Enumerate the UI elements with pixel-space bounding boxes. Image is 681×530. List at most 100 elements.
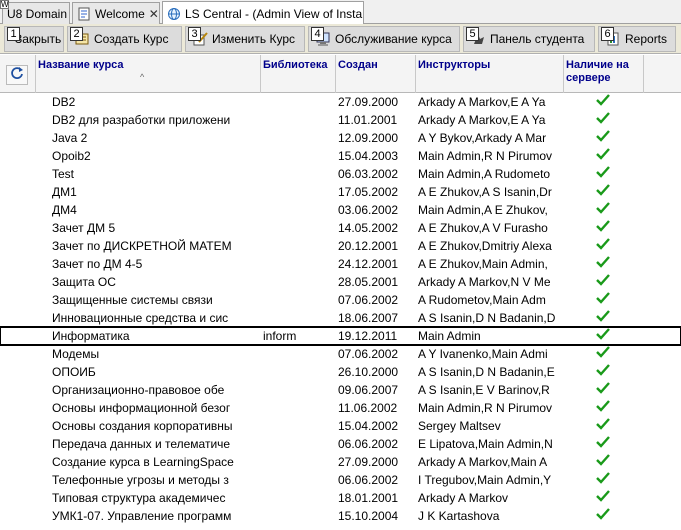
table-row[interactable]: Зачет по ДМ 4-5 24.12.2001 A E Zhukov,Main… [0, 255, 681, 273]
instructors-cell: J K Kartashova [418, 509, 500, 523]
created-date-cell: 06.03.2002 [338, 167, 399, 181]
created-date-cell: 11.01.2001 [338, 113, 398, 127]
library-cell [263, 221, 335, 236]
instructors-cell: A Rudometov,Main Adm [418, 293, 546, 307]
created-date-cell: 18.06.2007 [338, 311, 399, 325]
instructors-cell: Main Admin,R N Pirumov [418, 149, 553, 163]
instructors-cell: A E Zhukov,Dmitriy Alexa [418, 239, 552, 253]
course-name-cell: Зачет ДМ 5 [52, 221, 116, 235]
button-label: Обслуживание курса [335, 32, 452, 46]
created-date-cell: 07.06.2002 [338, 293, 399, 307]
course-name-cell: ОПОИБ [52, 365, 96, 379]
column-header-created[interactable]: Создан [336, 55, 416, 93]
tab-welcome[interactable]: Welcome ✕ [72, 2, 160, 24]
table-row[interactable]: Модемы 07.06.2002 A Y Ivanenko,Main Admi [0, 345, 681, 363]
checkmark-icon [596, 346, 612, 361]
library-cell [263, 203, 335, 218]
table-row[interactable]: Типовая структура академичес 18.01.2001 Ar… [0, 489, 681, 507]
table-row[interactable]: Информатика inform 19.12.2011 Main Admin [0, 326, 681, 346]
tab-label: U8 Domain [7, 6, 68, 21]
create-course-button[interactable]: 2 Создать Курс [67, 26, 182, 52]
table-row[interactable]: DB2 27.09.2000 Arkady A Markov,E A Ya [0, 93, 681, 111]
instructors-cell: A S Isanin,D N Badanin,E [418, 365, 555, 379]
library-cell [263, 455, 335, 470]
sort-ascending-icon: ^ [140, 72, 145, 82]
checkmark-icon [596, 364, 612, 379]
table-row[interactable]: УМК1-07. Управление программ 15.10.2004 J … [0, 507, 681, 525]
checkmark-icon [596, 274, 612, 289]
table-row[interactable]: Opoib2 15.04.2003 Main Admin,R N Pirumov [0, 147, 681, 165]
created-date-cell: 15.04.2002 [338, 419, 399, 433]
tab-u8-domain[interactable]: U8 Domain [2, 2, 70, 24]
instructors-cell: Arkady A Markov [418, 491, 509, 505]
instructors-cell: Arkady A Markov,E A Ya [418, 95, 546, 109]
table-row[interactable]: Test 06.03.2002 Main Admin,A Rudometo [0, 165, 681, 183]
library-cell [263, 365, 335, 380]
table-row[interactable]: Java 2 12.09.2000 A Y Bykov,Arkady A Mar [0, 129, 681, 147]
library-cell [263, 293, 335, 308]
created-date-cell: 06.06.2002 [338, 473, 399, 487]
column-header-name[interactable]: Название курса ^ [36, 55, 261, 93]
column-header-library[interactable]: Библиотека [261, 55, 336, 93]
toolbar: 1 Закрыть 2 Создать Курс 3 Изменить Курс… [0, 24, 681, 54]
course-name-cell: DB2 для разработки приложени [52, 113, 231, 127]
table-row[interactable]: Зачет ДМ 5 14.05.2002 A E Zhukov,A V Furas… [0, 219, 681, 237]
close-icon[interactable]: ✕ [149, 7, 159, 21]
table-row[interactable]: Защита ОС 28.05.2001 Arkady A Markov,N V M… [0, 273, 681, 291]
checkmark-icon [596, 436, 612, 451]
created-date-cell: 07.06.2002 [338, 347, 399, 361]
column-header-on-server[interactable]: Наличие на сервере [564, 55, 644, 93]
checkmark-icon [596, 418, 612, 433]
shortcut-number: 6 [601, 27, 614, 41]
globe-icon [167, 7, 181, 21]
reports-button[interactable]: 6 Reports [598, 26, 676, 52]
shortcut-number: 2 [70, 27, 83, 41]
close-button[interactable]: 1 Закрыть [4, 26, 64, 52]
table-row[interactable]: Основы создания корпоративны 15.04.2002 Se… [0, 417, 681, 435]
checkmark-icon [596, 166, 612, 181]
course-name-cell: Инновационные средства и сис [52, 311, 229, 325]
course-maintenance-button[interactable]: 4 Обслуживание курса [308, 26, 460, 52]
refresh-header-cell [0, 55, 36, 93]
checkmark-icon [596, 202, 612, 217]
table-row[interactable]: ОПОИБ 26.10.2000 A S Isanin,D N Badanin,E [0, 363, 681, 381]
column-header-label: Инструкторы [418, 59, 491, 71]
column-header-label: Наличие на сервере [566, 59, 629, 84]
table-row[interactable]: Инновационные средства и сис 18.06.2007 A … [0, 309, 681, 327]
tab-ls-central[interactable]: LS Central - (Admin View of Insta ✕ [162, 1, 364, 25]
checkmark-icon [596, 220, 612, 235]
table-row[interactable]: Зачет по ДИСКРЕТНОЙ МАТЕМ 20.12.2001 A E Z… [0, 237, 681, 255]
button-label: Создать Курс [94, 32, 169, 46]
table-row[interactable]: Защищенные системы связи 07.06.2002 A Rudo… [0, 291, 681, 309]
checkmark-icon [596, 130, 612, 145]
table-row[interactable]: DB2 для разработки приложени 11.01.2001 Ar… [0, 111, 681, 129]
instructors-cell: Main Admin [418, 329, 481, 343]
table-row[interactable]: Телефонные угрозы и методы з 06.06.2002 I … [0, 471, 681, 489]
course-name-cell: Телефонные угрозы и методы з [52, 473, 229, 487]
table-row[interactable]: Организационно-правовое обе 09.06.2007 A S… [0, 381, 681, 399]
checkmark-icon [596, 400, 612, 415]
table-row[interactable]: Передача данных и телематиче 06.06.2002 E … [0, 435, 681, 453]
table-row[interactable]: Основы информационной безог 11.06.2002 Mai… [0, 399, 681, 417]
document-icon [77, 7, 91, 21]
column-header-instructors[interactable]: Инструкторы [416, 55, 564, 93]
library-cell [263, 257, 335, 272]
created-date-cell: 24.12.2001 [338, 257, 399, 271]
created-date-cell: 06.06.2002 [338, 437, 399, 451]
refresh-button[interactable] [6, 65, 28, 85]
shortcut-number: 3 [188, 27, 201, 41]
created-date-cell: 27.09.2000 [338, 455, 399, 469]
edit-course-button[interactable]: 3 Изменить Курс [185, 26, 305, 52]
button-label: Панель студента [490, 32, 585, 46]
student-panel-button[interactable]: 5 Панель студента [463, 26, 595, 52]
course-name-cell: Opoib2 [52, 149, 91, 163]
course-name-cell: Модемы [52, 347, 100, 361]
instructors-cell: Main Admin,A E Zhukov, [418, 203, 548, 217]
checkmark-icon [596, 508, 612, 523]
table-row[interactable]: ДМ1 17.05.2002 A E Zhukov,A S Isanin,Dr [0, 183, 681, 201]
table-row[interactable]: ДМ4 03.06.2002 Main Admin,A E Zhukov, [0, 201, 681, 219]
instructors-cell: E Lipatova,Main Admin,N [418, 437, 553, 451]
table-row[interactable]: Создание курса в LearningSpace 27.09.2000… [0, 453, 681, 471]
course-name-cell: Основы создания корпоративны [52, 419, 233, 433]
instructors-cell: A E Zhukov,A V Furasho [418, 221, 548, 235]
